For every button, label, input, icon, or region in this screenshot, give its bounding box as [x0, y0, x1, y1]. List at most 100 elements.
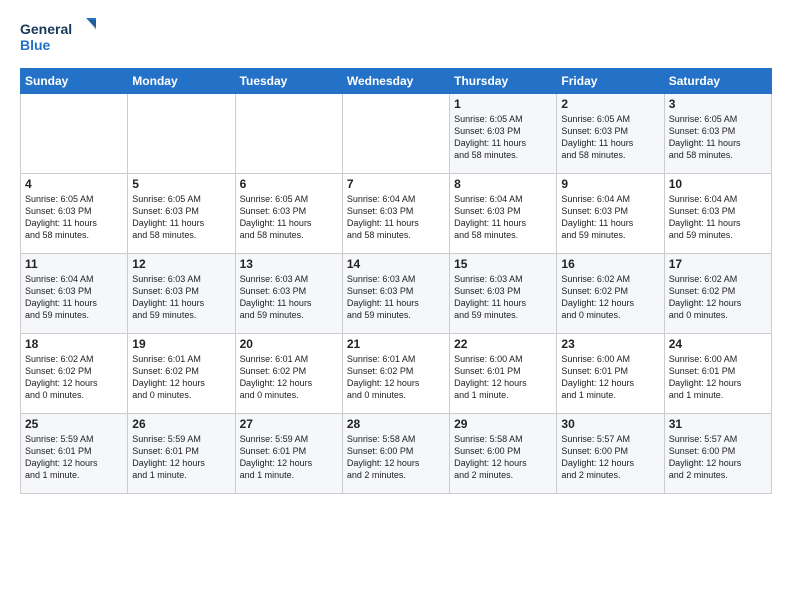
logo: General Blue — [20, 16, 100, 58]
day-number: 7 — [347, 177, 445, 191]
calendar-cell: 3 Sunrise: 6:05 AM Sunset: 6:03 PM Daylig… — [664, 94, 771, 174]
calendar-cell: 27 Sunrise: 5:59 AM Sunset: 6:01 PM Dayli… — [235, 414, 342, 494]
calendar-cell: 2 Sunrise: 6:05 AM Sunset: 6:03 PM Daylig… — [557, 94, 664, 174]
calendar-week-row: 11 Sunrise: 6:04 AM Sunset: 6:03 PM Dayli… — [21, 254, 772, 334]
calendar-cell: 1 Sunrise: 6:05 AM Sunset: 6:03 PM Daylig… — [450, 94, 557, 174]
calendar-cell: 23 Sunrise: 6:00 AM Sunset: 6:01 PM Dayli… — [557, 334, 664, 414]
calendar-cell: 26 Sunrise: 5:59 AM Sunset: 6:01 PM Dayli… — [128, 414, 235, 494]
calendar-cell: 8 Sunrise: 6:04 AM Sunset: 6:03 PM Daylig… — [450, 174, 557, 254]
day-number: 17 — [669, 257, 767, 271]
day-number: 13 — [240, 257, 338, 271]
day-number: 21 — [347, 337, 445, 351]
svg-text:Blue: Blue — [20, 37, 51, 53]
calendar-cell: 24Sunrise: 6:00 AM Sunset: 6:01 PM Dayli… — [664, 334, 771, 414]
calendar-cell: 9Sunrise: 6:04 AM Sunset: 6:03 PM Daylig… — [557, 174, 664, 254]
calendar-cell: 6 Sunrise: 6:05 AM Sunset: 6:03 PM Daylig… — [235, 174, 342, 254]
cell-info: Sunrise: 5:57 AM Sunset: 6:00 PM Dayligh… — [669, 433, 767, 482]
calendar-cell: 31 Sunrise: 5:57 AM Sunset: 6:00 PM Dayli… — [664, 414, 771, 494]
cell-info: Sunrise: 6:00 AM Sunset: 6:01 PM Dayligh… — [561, 353, 659, 402]
weekday-header: Thursday — [450, 69, 557, 94]
calendar-cell — [128, 94, 235, 174]
calendar-cell: 11 Sunrise: 6:04 AM Sunset: 6:03 PM Dayli… — [21, 254, 128, 334]
weekday-header: Tuesday — [235, 69, 342, 94]
cell-info: Sunrise: 6:05 AM Sunset: 6:03 PM Dayligh… — [454, 113, 552, 162]
calendar-cell: 12 Sunrise: 6:03 AM Sunset: 6:03 PM Dayli… — [128, 254, 235, 334]
weekday-header: Friday — [557, 69, 664, 94]
weekday-header: Saturday — [664, 69, 771, 94]
day-number: 4 — [25, 177, 123, 191]
cell-info: Sunrise: 6:04 AM Sunset: 6:03 PM Dayligh… — [454, 193, 552, 242]
calendar-cell — [342, 94, 449, 174]
calendar-table: SundayMondayTuesdayWednesdayThursdayFrid… — [20, 68, 772, 494]
cell-info: Sunrise: 6:03 AM Sunset: 6:03 PM Dayligh… — [347, 273, 445, 322]
logo-svg: General Blue — [20, 16, 100, 58]
cell-info: Sunrise: 6:02 AM Sunset: 6:02 PM Dayligh… — [669, 273, 767, 322]
cell-info: Sunrise: 6:05 AM Sunset: 6:03 PM Dayligh… — [561, 113, 659, 162]
calendar-cell: 19Sunrise: 6:01 AM Sunset: 6:02 PM Dayli… — [128, 334, 235, 414]
day-number: 5 — [132, 177, 230, 191]
calendar-cell: 13Sunrise: 6:03 AM Sunset: 6:03 PM Dayli… — [235, 254, 342, 334]
day-number: 12 — [132, 257, 230, 271]
day-number: 19 — [132, 337, 230, 351]
day-number: 6 — [240, 177, 338, 191]
calendar-cell: 15 Sunrise: 6:03 AM Sunset: 6:03 PM Dayli… — [450, 254, 557, 334]
day-number: 29 — [454, 417, 552, 431]
calendar-cell: 16Sunrise: 6:02 AM Sunset: 6:02 PM Dayli… — [557, 254, 664, 334]
cell-info: Sunrise: 6:05 AM Sunset: 6:03 PM Dayligh… — [25, 193, 123, 242]
calendar-cell: 25Sunrise: 5:59 AM Sunset: 6:01 PM Dayli… — [21, 414, 128, 494]
cell-info: Sunrise: 5:59 AM Sunset: 6:01 PM Dayligh… — [240, 433, 338, 482]
cell-info: Sunrise: 6:00 AM Sunset: 6:01 PM Dayligh… — [454, 353, 552, 402]
cell-info: Sunrise: 6:01 AM Sunset: 6:02 PM Dayligh… — [347, 353, 445, 402]
cell-info: Sunrise: 6:05 AM Sunset: 6:03 PM Dayligh… — [132, 193, 230, 242]
calendar-week-row: 4 Sunrise: 6:05 AM Sunset: 6:03 PM Daylig… — [21, 174, 772, 254]
day-number: 18 — [25, 337, 123, 351]
cell-info: Sunrise: 6:02 AM Sunset: 6:02 PM Dayligh… — [561, 273, 659, 322]
cell-info: Sunrise: 6:02 AM Sunset: 6:02 PM Dayligh… — [25, 353, 123, 402]
cell-info: Sunrise: 6:00 AM Sunset: 6:01 PM Dayligh… — [669, 353, 767, 402]
cell-info: Sunrise: 6:04 AM Sunset: 6:03 PM Dayligh… — [347, 193, 445, 242]
calendar-cell: 22Sunrise: 6:00 AM Sunset: 6:01 PM Dayli… — [450, 334, 557, 414]
cell-info: Sunrise: 6:04 AM Sunset: 6:03 PM Dayligh… — [669, 193, 767, 242]
weekday-header: Monday — [128, 69, 235, 94]
day-number: 3 — [669, 97, 767, 111]
cell-info: Sunrise: 5:59 AM Sunset: 6:01 PM Dayligh… — [132, 433, 230, 482]
day-number: 27 — [240, 417, 338, 431]
day-number: 26 — [132, 417, 230, 431]
day-number: 25 — [25, 417, 123, 431]
calendar-cell: 14 Sunrise: 6:03 AM Sunset: 6:03 PM Dayli… — [342, 254, 449, 334]
calendar-cell: 18 Sunrise: 6:02 AM Sunset: 6:02 PM Dayli… — [21, 334, 128, 414]
calendar-cell: 21 Sunrise: 6:01 AM Sunset: 6:02 PM Dayli… — [342, 334, 449, 414]
calendar-cell: 20 Sunrise: 6:01 AM Sunset: 6:02 PM Dayli… — [235, 334, 342, 414]
cell-info: Sunrise: 5:58 AM Sunset: 6:00 PM Dayligh… — [347, 433, 445, 482]
cell-info: Sunrise: 6:01 AM Sunset: 6:02 PM Dayligh… — [240, 353, 338, 402]
day-number: 14 — [347, 257, 445, 271]
cell-info: Sunrise: 6:03 AM Sunset: 6:03 PM Dayligh… — [454, 273, 552, 322]
day-number: 23 — [561, 337, 659, 351]
cell-info: Sunrise: 6:04 AM Sunset: 6:03 PM Dayligh… — [561, 193, 659, 242]
day-number: 2 — [561, 97, 659, 111]
calendar-week-row: 18 Sunrise: 6:02 AM Sunset: 6:02 PM Dayli… — [21, 334, 772, 414]
calendar-cell: 4 Sunrise: 6:05 AM Sunset: 6:03 PM Daylig… — [21, 174, 128, 254]
day-number: 8 — [454, 177, 552, 191]
day-number: 28 — [347, 417, 445, 431]
day-number: 11 — [25, 257, 123, 271]
cell-info: Sunrise: 5:58 AM Sunset: 6:00 PM Dayligh… — [454, 433, 552, 482]
calendar-cell: 10Sunrise: 6:04 AM Sunset: 6:03 PM Dayli… — [664, 174, 771, 254]
day-number: 30 — [561, 417, 659, 431]
weekday-header: Sunday — [21, 69, 128, 94]
calendar-week-row: 25 Sunrise: 5:59 AM Sunset: 6:01 PM Dayli… — [21, 414, 772, 494]
day-number: 20 — [240, 337, 338, 351]
cell-info: Sunrise: 6:05 AM Sunset: 6:03 PM Dayligh… — [240, 193, 338, 242]
cell-info: Sunrise: 6:05 AM Sunset: 6:03 PM Dayligh… — [669, 113, 767, 162]
calendar-cell: 5 Sunrise: 6:05 AM Sunset: 6:03 PM Daylig… — [128, 174, 235, 254]
page: General Blue SundayMondayTuesdayWednesda… — [0, 0, 792, 612]
day-number: 31 — [669, 417, 767, 431]
day-number: 15 — [454, 257, 552, 271]
calendar-cell: 17 Sunrise: 6:02 AM Sunset: 6:02 PM Dayli… — [664, 254, 771, 334]
calendar-cell — [235, 94, 342, 174]
cell-info: Sunrise: 6:04 AM Sunset: 6:03 PM Dayligh… — [25, 273, 123, 322]
day-number: 1 — [454, 97, 552, 111]
calendar-cell — [21, 94, 128, 174]
weekday-header: Wednesday — [342, 69, 449, 94]
cell-info: Sunrise: 6:03 AM Sunset: 6:03 PM Dayligh… — [132, 273, 230, 322]
